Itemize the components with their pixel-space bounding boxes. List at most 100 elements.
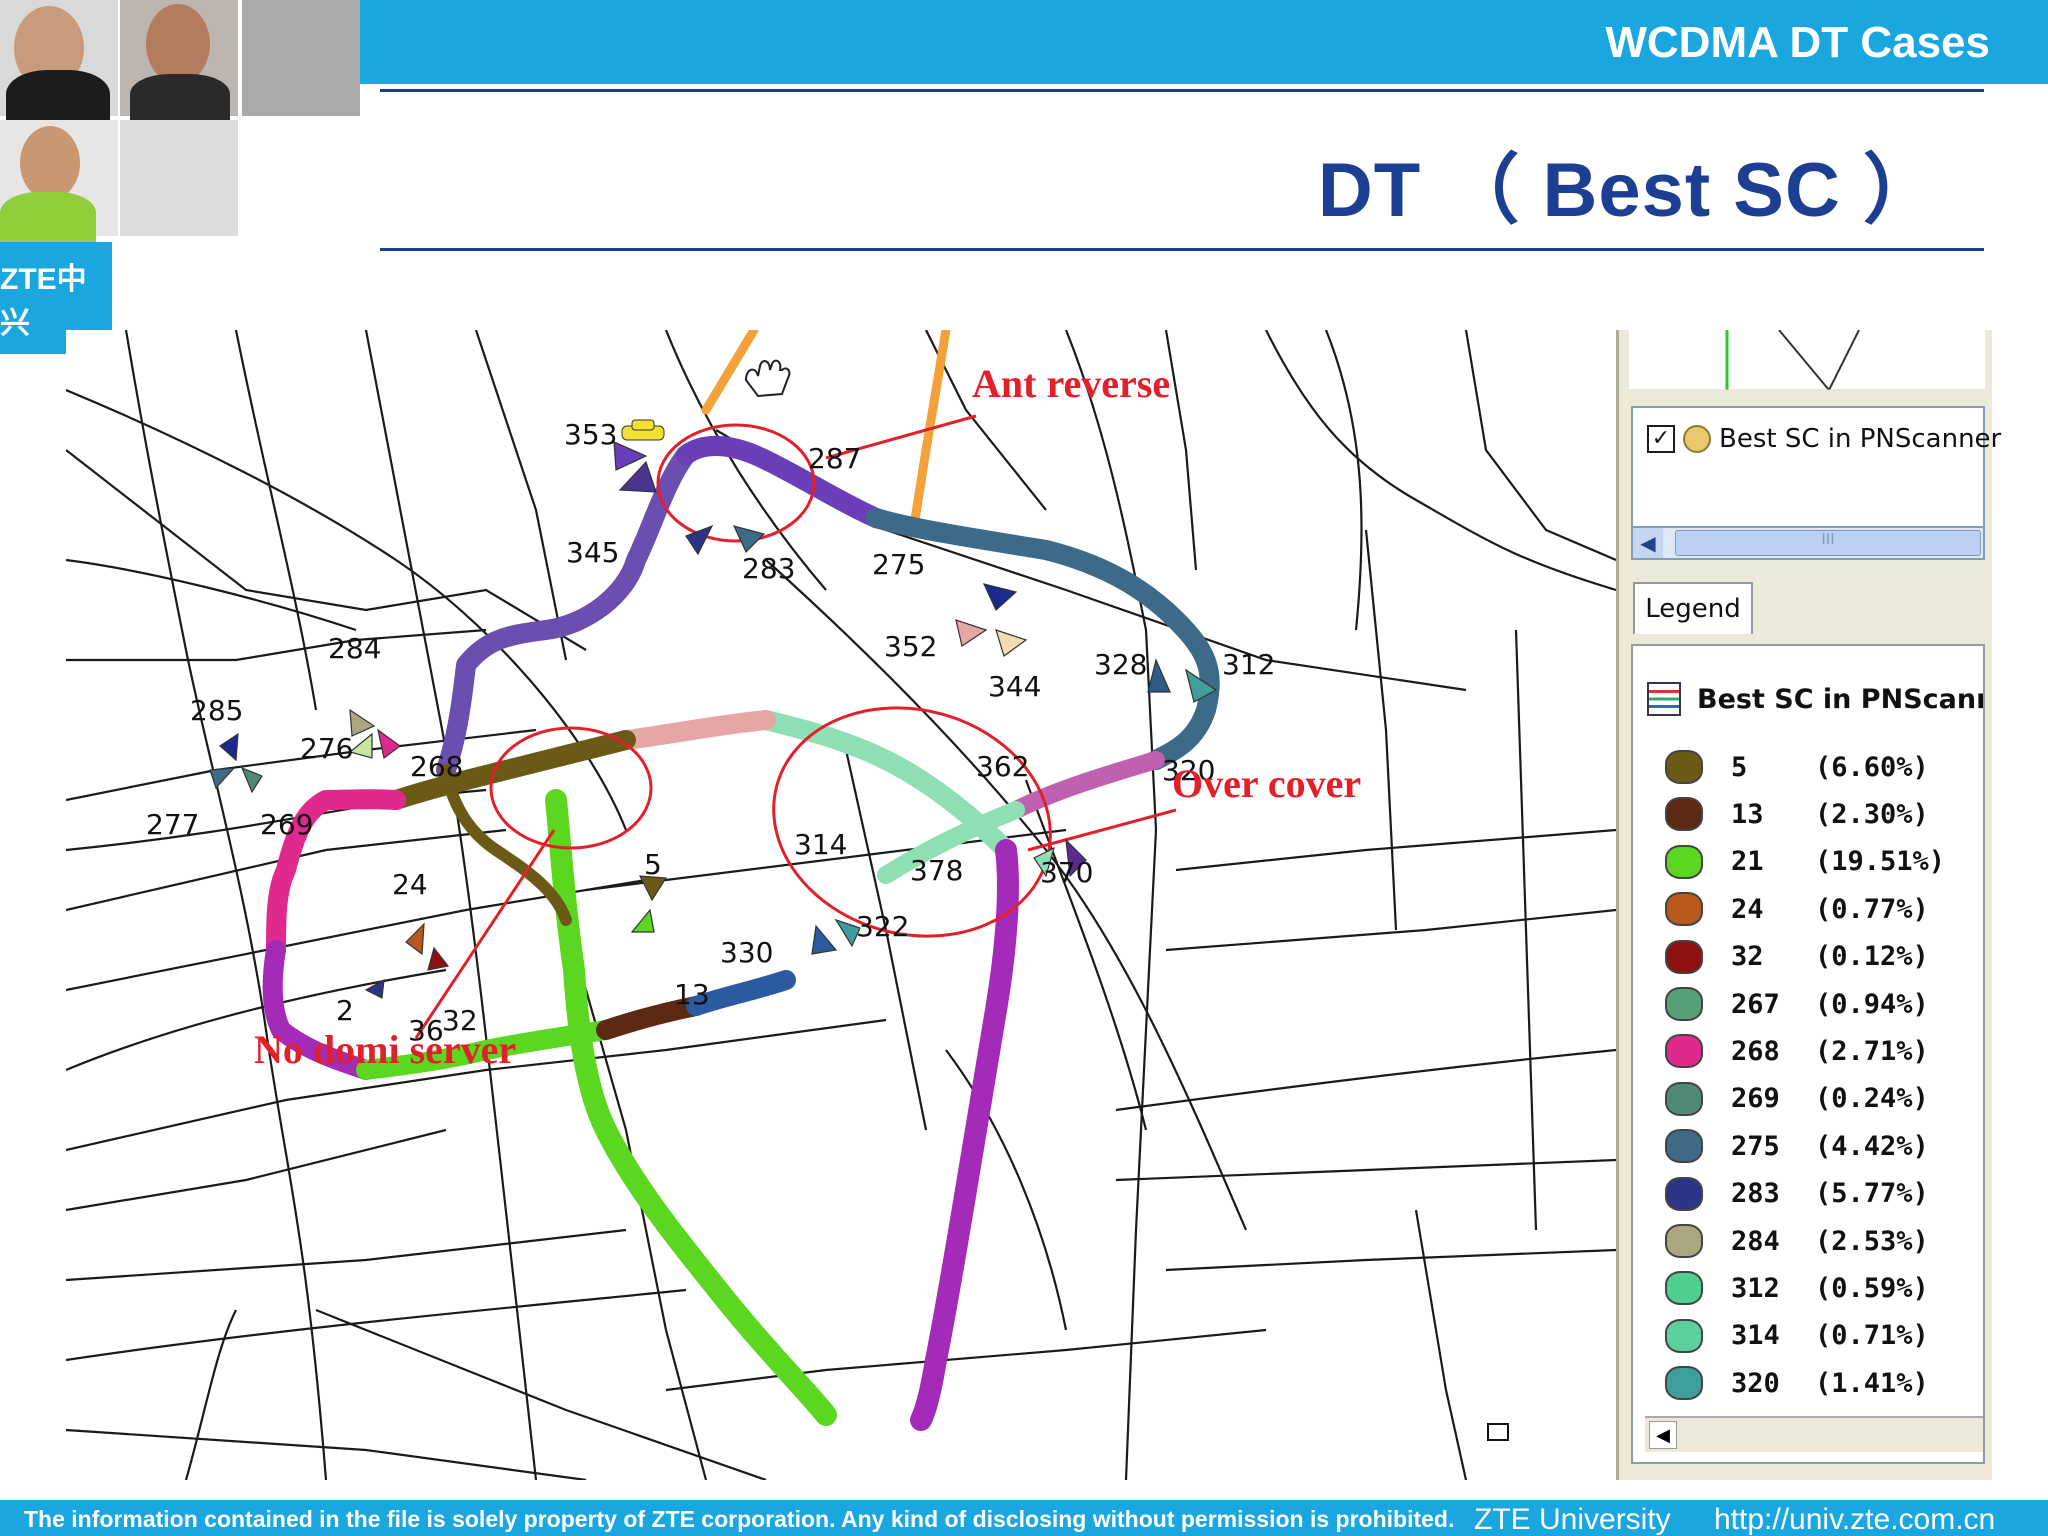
footer-bar: The information contained in the file is… [0, 1500, 2048, 1536]
legend-item: 21 (19.51%) [1665, 844, 1946, 879]
legend-item-percent: (2.53%) [1815, 1225, 1929, 1257]
footer-disclaimer: The information contained in the file is… [24, 1506, 1455, 1532]
legend-item: 269 (0.24%) [1665, 1081, 1929, 1116]
map-marker [1487, 1423, 1509, 1441]
deck-title: WCDMA DT Cases [1605, 18, 1990, 67]
legend-item-percent: (6.60%) [1815, 751, 1929, 783]
legend-item: 284 (2.53%) [1665, 1224, 1929, 1258]
scroll-left-arrow-icon[interactable]: ◀ [1633, 528, 1663, 558]
site-label: 269 [260, 808, 314, 841]
legend-item-percent: (1.41%) [1815, 1367, 1929, 1399]
legend-item-label: 267 [1731, 988, 1780, 1020]
site-label: 378 [910, 854, 964, 887]
header-bar: WCDMA DT Cases [360, 0, 2048, 84]
legend-item-percent: (0.12%) [1815, 941, 1929, 973]
legend-horizontal-scrollbar[interactable]: ◀ [1645, 1416, 1983, 1452]
layer-list-scrollbar[interactable]: ◀ III [1631, 526, 1985, 560]
legend-item: 32 (0.12%) [1665, 939, 1929, 974]
legend-swatch [1665, 1271, 1703, 1306]
legend-item-label: 21 [1731, 846, 1764, 878]
site-label: 322 [856, 910, 910, 943]
legend-item-label: 320 [1731, 1367, 1780, 1399]
site-label: 287 [808, 442, 862, 475]
site-label: 330 [720, 936, 774, 969]
legend-item: 283 (5.77%) [1665, 1176, 1929, 1211]
photo-tile-woman [0, 120, 118, 244]
site-label: 24 [392, 868, 428, 901]
legend-item-label: 268 [1731, 1035, 1780, 1067]
photo-tile-man-1 [0, 0, 118, 130]
legend-swatch [1665, 1176, 1703, 1211]
legend-item-percent: (0.77%) [1815, 893, 1929, 925]
site-label: 314 [794, 828, 848, 861]
legend-swatch [1665, 892, 1703, 927]
legend-item-percent: (4.42%) [1815, 1130, 1929, 1162]
legend-item-label: 275 [1731, 1130, 1780, 1162]
site-label: 276 [300, 732, 354, 765]
legend-item-label: 283 [1731, 1178, 1780, 1210]
legend-swatch [1665, 844, 1703, 879]
legend-item: 275 (4.42%) [1665, 1129, 1929, 1164]
legend-swatch [1665, 987, 1703, 1021]
site-label: 277 [146, 808, 200, 841]
legend-item: 268 (2.71%) [1665, 1034, 1929, 1069]
legend-item-label: 269 [1731, 1083, 1780, 1115]
footer-url[interactable]: http://univ.zte.com.cn [1714, 1503, 1995, 1536]
legend-item: 267 (0.94%) [1665, 987, 1929, 1021]
legend-item-percent: (5.77%) [1815, 1178, 1929, 1210]
annotation-ant-reverse: Ant reverse [972, 361, 1171, 406]
legend-item-percent: (0.94%) [1815, 988, 1929, 1020]
legend-item-label: 284 [1731, 1225, 1780, 1257]
legend-swatch [1665, 1366, 1703, 1401]
legend-item: 24 (0.77%) [1665, 892, 1929, 927]
legend-item-label: 314 [1731, 1320, 1780, 1352]
site-label: 353 [564, 418, 618, 451]
site-label: 268 [410, 750, 464, 783]
legend-swatch [1665, 750, 1703, 784]
annotation-no-domi-server: No domi server [254, 1027, 517, 1072]
site-label: 285 [190, 694, 244, 727]
site-label: 328 [1094, 648, 1148, 681]
site-label: 5 [644, 848, 662, 881]
legend-item-label: 5 [1731, 751, 1748, 783]
legend-panel: ✓ Best SC in PNScanner ◀ III Legend Best… [1616, 329, 2001, 1480]
legend-swatch [1665, 1034, 1703, 1069]
legend-item-percent: (0.71%) [1815, 1320, 1929, 1352]
scroll-left-arrow-icon[interactable]: ◀ [1649, 1421, 1677, 1449]
legend-item: 314 (0.71%) [1665, 1318, 1929, 1353]
layer-visibility-checkbox[interactable]: ✓ [1647, 425, 1675, 453]
legend-item-percent: (19.51%) [1815, 846, 1946, 878]
no-domi-server-arrow [414, 829, 556, 1039]
overview-map-thumbnail[interactable] [1629, 329, 1985, 392]
legend-item: 320 (1.41%) [1665, 1366, 1929, 1401]
legend-item-percent: (2.71%) [1815, 1035, 1929, 1067]
legend-swatch [1665, 797, 1703, 832]
layer-name: Best SC in PNScanner [1719, 424, 2002, 454]
site-label: 275 [872, 548, 926, 581]
drive-test-map[interactable]: 353 287 345 283 275 352 344 328 312 284 … [66, 330, 1616, 1480]
tab-legend[interactable]: Legend [1633, 582, 1753, 634]
legend-swatch [1665, 1318, 1703, 1353]
legend-item-percent: (2.30%) [1815, 798, 1929, 830]
map-canvas[interactable] [66, 330, 1616, 1480]
legend-swatch [1665, 939, 1703, 974]
legend-item: 312 (0.59%) [1665, 1271, 1929, 1306]
layer-type-icon [1683, 425, 1711, 453]
legend-item: 5 (6.60%) [1665, 750, 1929, 784]
footer-university: ZTE University [1474, 1503, 1671, 1536]
layer-list: ✓ Best SC in PNScanner [1631, 406, 2001, 546]
layer-row[interactable]: ✓ Best SC in PNScanner [1647, 424, 2001, 454]
pan-hand-icon [744, 359, 791, 398]
scroll-thumb[interactable]: III [1675, 530, 1981, 556]
legend-item-percent: (0.24%) [1815, 1083, 1929, 1115]
legend-swatch [1665, 1224, 1703, 1258]
site-label: 345 [566, 536, 620, 569]
legend-item-label: 24 [1731, 893, 1764, 925]
legend-body: Best SC in PNScanner 5 (6.60%) 13 (2.30%) 21… [1631, 644, 1985, 1464]
legend-item-label: 312 [1731, 1272, 1780, 1304]
site-label: 312 [1222, 648, 1276, 681]
vehicle-icon [621, 419, 665, 441]
site-label: 13 [674, 978, 710, 1011]
photo-tile-grey [242, 0, 360, 116]
slide-title: DT （ Best SC ） [1317, 148, 1940, 233]
